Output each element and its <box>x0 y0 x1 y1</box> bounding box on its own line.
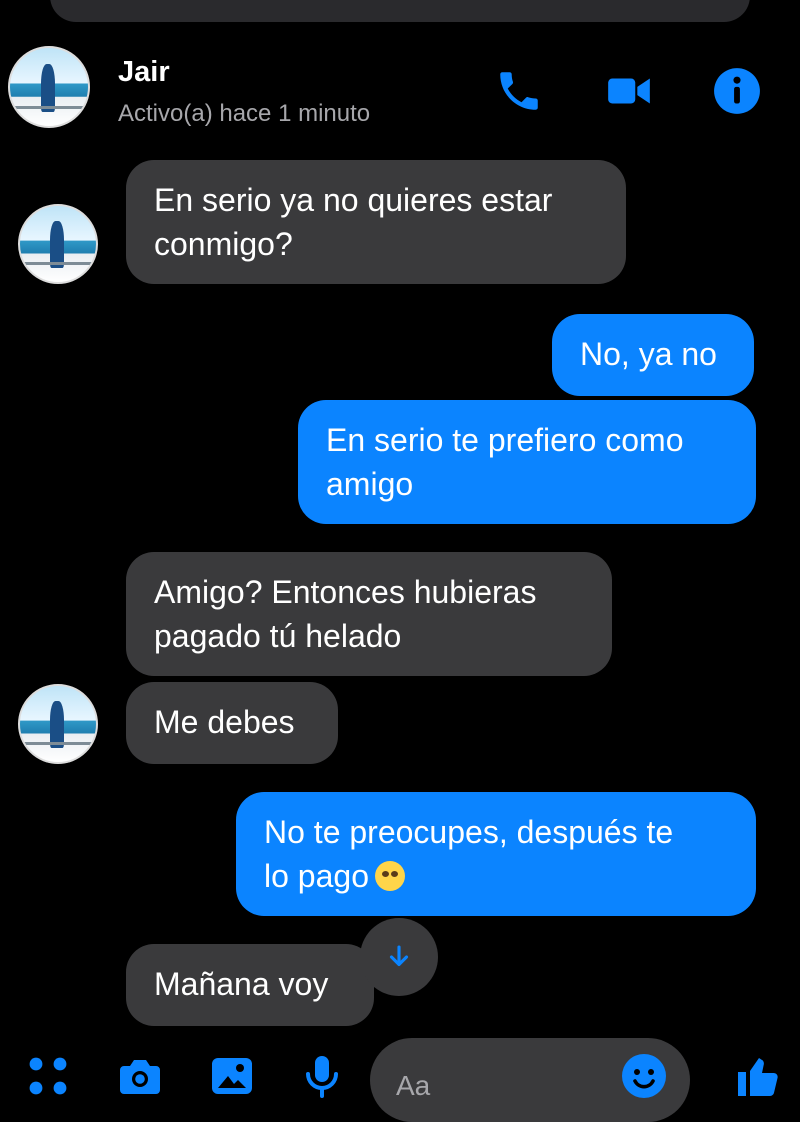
active-status: Activo(a) hace 1 minuto <box>118 100 371 127</box>
contact-avatar[interactable] <box>8 46 90 128</box>
like-icon[interactable] <box>734 1052 782 1100</box>
top-edge-panel <box>50 0 750 22</box>
scroll-to-bottom-button[interactable] <box>360 918 438 996</box>
message-bubble-incoming[interactable]: En serio ya no quieres estar conmigo? <box>126 160 626 284</box>
message-text: No te preocupes, después te lo pago <box>264 814 674 894</box>
camera-icon[interactable] <box>116 1052 164 1100</box>
message-bubble-incoming[interactable]: Amigo? Entonces hubieras pagado tú helad… <box>126 552 612 676</box>
message-composer: Aa <box>0 1030 800 1122</box>
info-icon[interactable] <box>712 66 762 116</box>
video-icon[interactable] <box>604 66 654 116</box>
gallery-icon[interactable] <box>208 1052 256 1100</box>
sender-avatar[interactable] <box>18 204 98 284</box>
sender-avatar[interactable] <box>18 684 98 764</box>
arrow-down-icon <box>389 945 409 967</box>
message-input-placeholder: Aa <box>396 1070 431 1101</box>
mic-icon[interactable] <box>298 1052 346 1100</box>
chat-header: Jair Activo(a) hace 1 minuto <box>0 40 800 140</box>
message-bubble-outgoing[interactable]: No te preocupes, después te lo pago <box>236 792 756 916</box>
message-bubble-incoming[interactable]: Me debes <box>126 682 338 764</box>
contact-name[interactable]: Jair <box>118 56 170 89</box>
message-bubble-incoming[interactable]: Mañana voy <box>126 944 374 1026</box>
phone-icon[interactable] <box>494 66 544 116</box>
emoji-icon[interactable] <box>620 1052 668 1100</box>
message-bubble-outgoing[interactable]: No, ya no <box>552 314 754 396</box>
face-with-rolling-eyes-icon <box>374 861 405 891</box>
apps-icon[interactable] <box>24 1052 72 1100</box>
message-bubble-outgoing[interactable]: En serio te prefiero como amigo <box>298 400 756 524</box>
